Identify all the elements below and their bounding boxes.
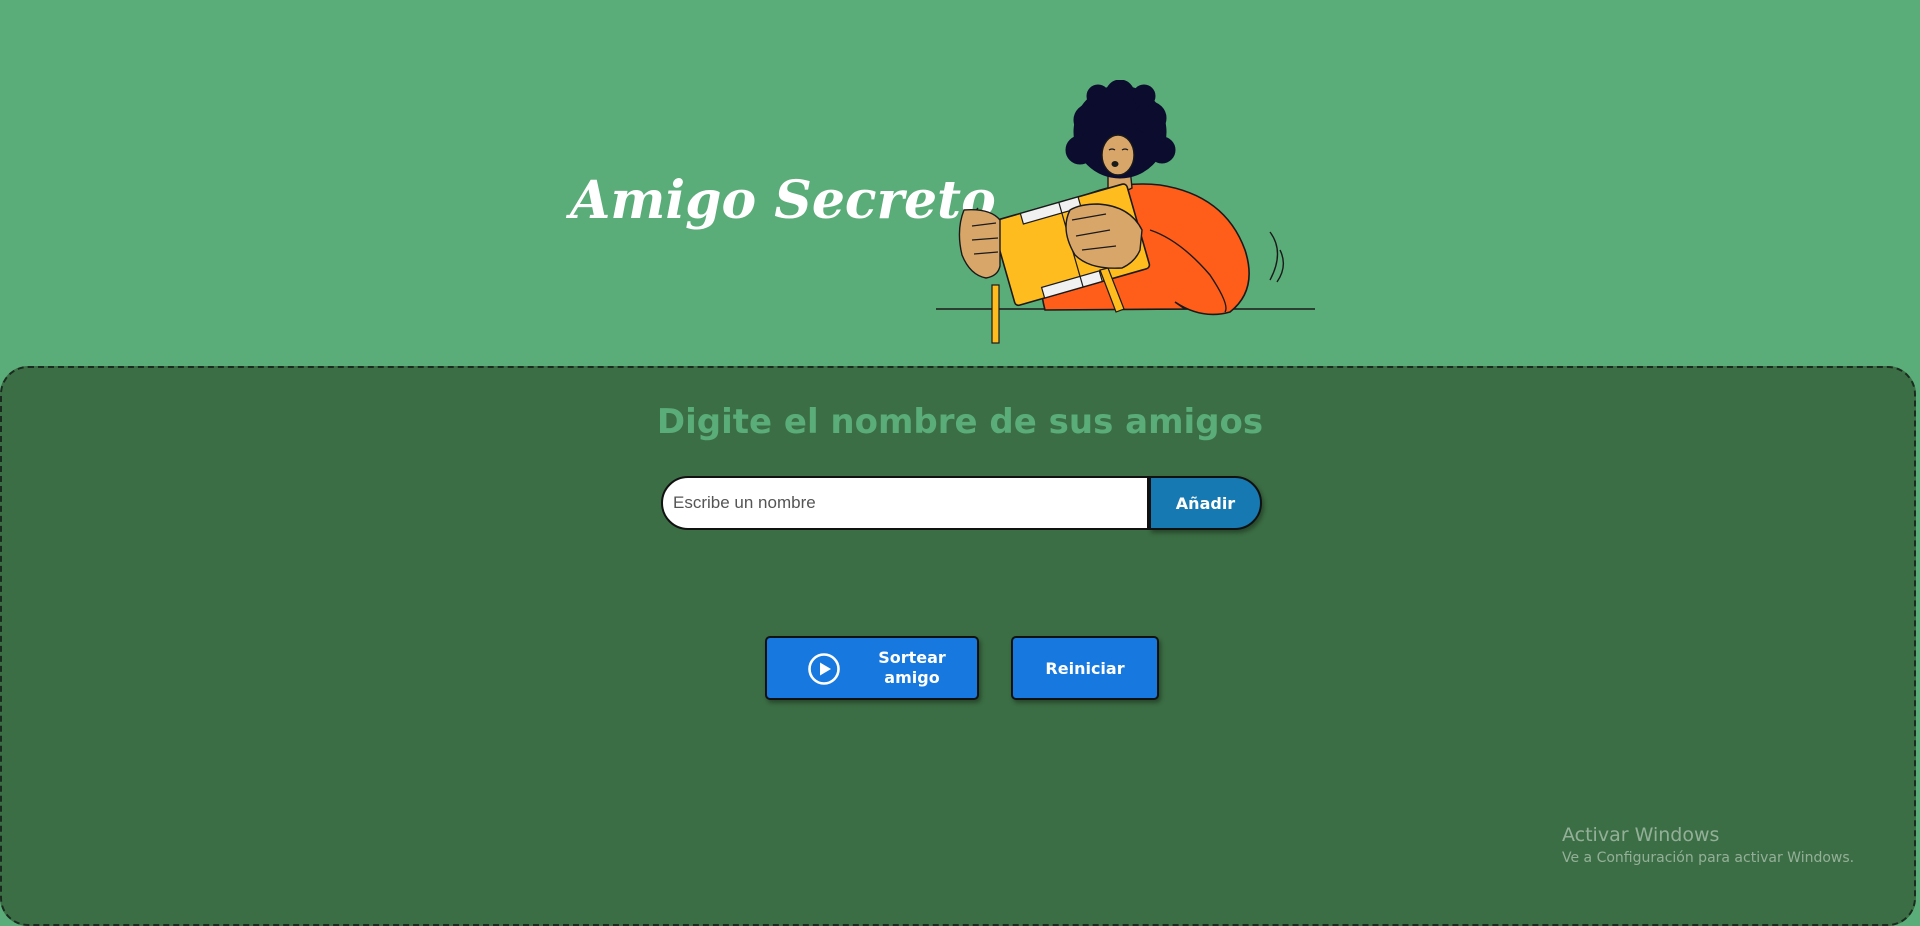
watermark-subtitle: Ve a Configuración para activar Windows. bbox=[1562, 850, 1855, 866]
windows-activation-watermark: Activar Windows Ve a Configuración para … bbox=[1562, 824, 1854, 866]
draw-friend-label: Sortear amigo bbox=[878, 648, 946, 687]
page-header: Amigo Secreto bbox=[0, 0, 1920, 370]
watermark-title: Activar Windows bbox=[1562, 824, 1720, 846]
name-input-group: Añadir bbox=[661, 476, 1262, 530]
gift-illustration bbox=[936, 80, 1315, 344]
section-title: Digite el nombre de sus amigos bbox=[656, 402, 1264, 442]
play-circle-icon bbox=[808, 653, 840, 685]
name-input[interactable] bbox=[661, 476, 1149, 530]
draw-friend-button[interactable]: Sortear amigo bbox=[765, 636, 979, 700]
add-button[interactable]: Añadir bbox=[1149, 476, 1262, 530]
reset-button[interactable]: Reiniciar bbox=[1011, 636, 1159, 700]
